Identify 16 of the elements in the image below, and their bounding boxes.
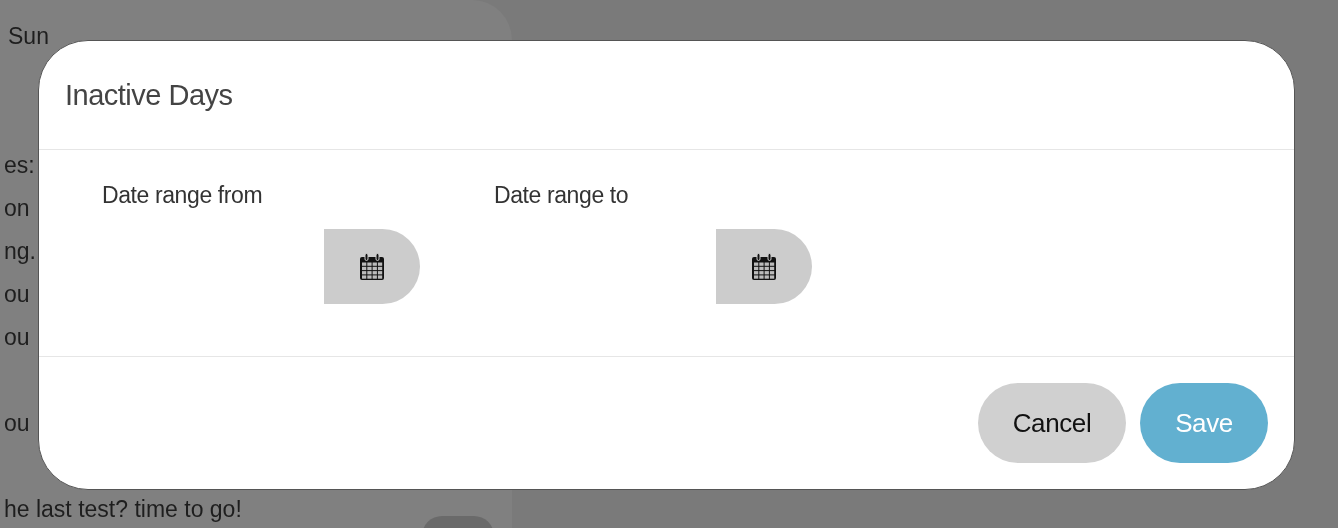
text-line: es: [3,152,35,179]
field-label: Date range from [102,182,264,209]
text-line: ou [3,324,30,351]
text-line: he last test? time to go! [3,496,242,523]
dialog-title: Inactive Days [65,78,233,112]
text-line: ou [3,281,30,308]
field-label: Date range to [494,182,630,209]
text-line: on [3,195,30,222]
cancel-button[interactable]: Cancel [978,383,1126,463]
text-line: ou [3,410,30,437]
text-line: Sun [7,23,49,50]
text-line: ng. [3,238,36,265]
calendar-button[interactable] [716,229,812,304]
calendar-icon [751,252,777,281]
calendar-icon [359,252,385,281]
calendar-button[interactable] [324,229,420,304]
